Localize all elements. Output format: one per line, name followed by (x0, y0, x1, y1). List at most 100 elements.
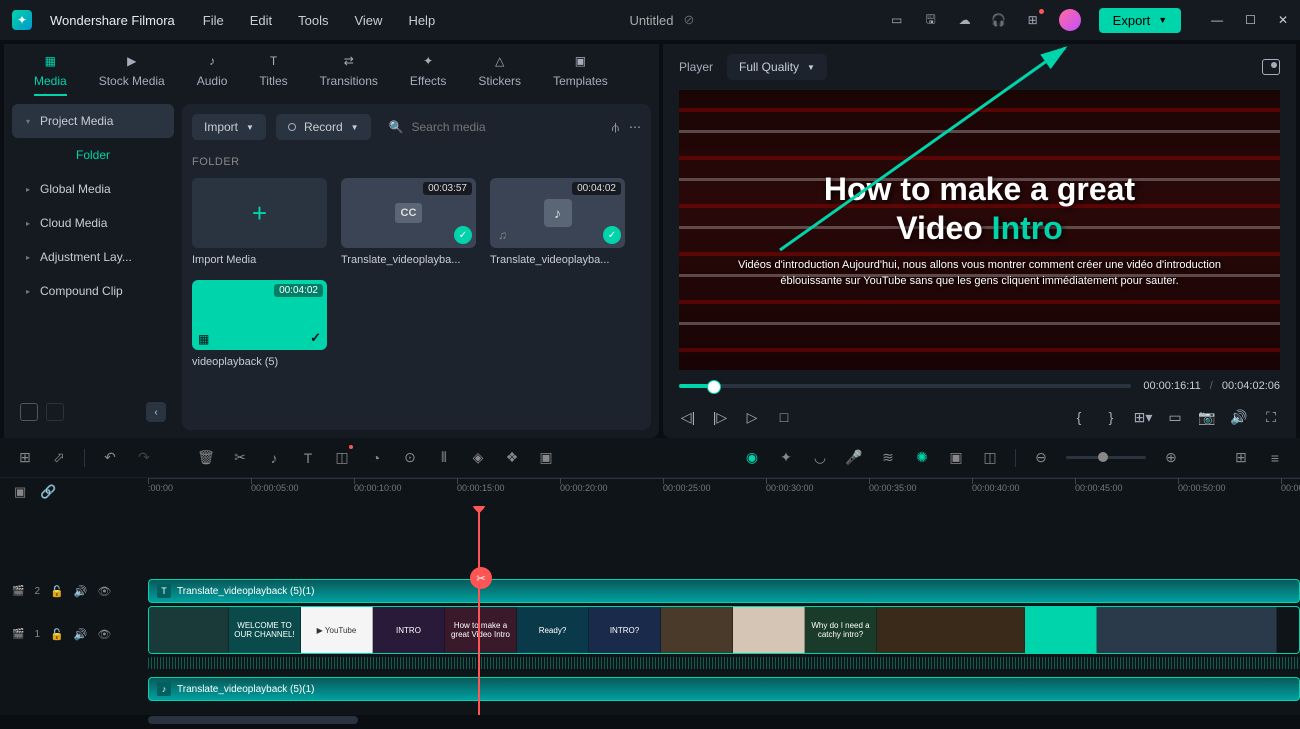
sidebar-project-media[interactable]: ▾Project Media (12, 104, 174, 138)
display-icon[interactable]: ▭ (889, 12, 905, 28)
new-bin-icon[interactable] (46, 403, 64, 421)
video-clip[interactable] (877, 607, 1025, 653)
maximize-button[interactable]: ☐ (1245, 13, 1256, 27)
video-clip[interactable]: Why do I need a catchy intro? (805, 607, 877, 653)
color-icon[interactable]: ◔ (367, 450, 385, 466)
mixer-icon[interactable]: ≋ (879, 449, 897, 466)
group-icon[interactable]: ▣ (537, 449, 555, 466)
ruler-track[interactable]: :00:0000:00:05:0000:00:10:0000:00:15:000… (148, 478, 1300, 506)
video-clip[interactable]: How to make a great Video Intro (445, 607, 517, 653)
voiceover-icon[interactable]: 🎤 (845, 449, 863, 466)
video-clip[interactable] (1097, 607, 1277, 653)
menu-view[interactable]: View (354, 13, 382, 28)
next-frame-icon[interactable]: |▷ (711, 408, 729, 426)
video-clip[interactable] (661, 607, 733, 653)
minimize-button[interactable]: — (1211, 13, 1223, 27)
more-icon[interactable]: ⋯ (629, 120, 641, 134)
media-item[interactable]: 00:04:02▦✓ videoplayback (5) (192, 280, 327, 368)
sidebar-compound-clip[interactable]: ▸Compound Clip (12, 274, 174, 308)
volume-icon[interactable]: 🔊 (1230, 408, 1248, 426)
sidebar-adjustment-layer[interactable]: ▸Adjustment Lay... (12, 240, 174, 274)
cut-marker[interactable]: ✂ (470, 567, 492, 589)
export-button[interactable]: Export ▼ (1099, 8, 1182, 33)
tab-stock-media[interactable]: ▶Stock Media (99, 52, 165, 96)
layout-icon[interactable]: ⊞ (16, 449, 34, 466)
mask-icon[interactable]: ❖ (503, 449, 521, 466)
menu-tools[interactable]: Tools (298, 13, 328, 28)
record-dropdown[interactable]: Record▼ (276, 114, 371, 140)
scrub-track[interactable] (679, 384, 1131, 388)
view-grid-icon[interactable]: ⊞ (1232, 449, 1250, 466)
filter-icon[interactable]: ⫛ (612, 120, 619, 135)
search-input[interactable] (412, 120, 594, 134)
import-dropdown[interactable]: Import▼ (192, 114, 266, 140)
fullscreen-icon[interactable]: ⛶ (1262, 408, 1280, 426)
menu-help[interactable]: Help (408, 13, 435, 28)
tab-templates[interactable]: ▣Templates (553, 52, 608, 96)
save-icon[interactable]: 🖫 (923, 12, 939, 28)
headphones-icon[interactable]: 🎧 (991, 12, 1007, 28)
playhead[interactable] (478, 506, 480, 715)
close-button[interactable]: ✕ (1278, 13, 1288, 27)
sidebar-global-media[interactable]: ▸Global Media (12, 172, 174, 206)
snapshot-icon[interactable] (1262, 59, 1280, 75)
marker-icon[interactable]: ◡ (811, 449, 829, 466)
zoom-out-icon[interactable]: ⊖ (1032, 449, 1050, 466)
menu-edit[interactable]: Edit (250, 13, 272, 28)
display-icon[interactable]: ▭ (1166, 408, 1184, 426)
delete-icon[interactable]: 🗑 (197, 449, 215, 466)
render-icon[interactable]: ✺ (913, 449, 931, 466)
track-options-icon[interactable]: ≡ (1266, 450, 1284, 466)
timeline-ruler[interactable]: ▣ 🔗 :00:0000:00:05:0000:00:10:0000:00:15… (0, 478, 1300, 506)
video-clip[interactable]: INTRO (373, 607, 445, 653)
preview-viewport[interactable]: How to make a greatVideo Intro Vidéos d'… (679, 90, 1280, 370)
stop-icon[interactable]: □ (775, 408, 793, 426)
layout-icon[interactable]: ⊞▾ (1134, 408, 1152, 426)
video-track[interactable]: WELCOME TO OUR CHANNEL!▶ YouTubeINTROHow… (148, 606, 1300, 654)
media-item[interactable]: 00:04:02♫♪✓ Translate_videoplayba... (490, 178, 625, 266)
redo-icon[interactable]: ↷ (135, 449, 153, 466)
video-clip[interactable] (1025, 607, 1097, 653)
mark-out-icon[interactable]: } (1102, 408, 1120, 426)
undo-icon[interactable]: ↶ (101, 449, 119, 466)
cursor-icon[interactable]: ⬀ (50, 449, 68, 466)
sidebar-cloud-media[interactable]: ▸Cloud Media (12, 206, 174, 240)
enhance-icon[interactable]: ✦ (777, 449, 795, 466)
collapse-sidebar-button[interactable]: ‹ (146, 402, 166, 422)
music-icon[interactable]: ♪ (265, 450, 283, 466)
subtitle-clip[interactable]: T Translate_videoplayback (5)(1) (148, 579, 1300, 603)
fit-icon[interactable]: ▣ (14, 484, 26, 500)
keyframe-icon[interactable]: ◈ (469, 449, 487, 466)
tab-media[interactable]: ▦Media (34, 52, 67, 96)
horizontal-scrollbar[interactable] (0, 715, 1300, 725)
video-clip[interactable]: WELCOME TO OUR CHANNEL! (229, 607, 301, 653)
adjust-icon[interactable]: ⫴ (435, 449, 453, 466)
sidebar-folder[interactable]: Folder (12, 138, 174, 172)
camera-icon[interactable]: 📷 (1198, 408, 1216, 426)
cloud-icon[interactable]: ☁ (957, 12, 973, 28)
media-item[interactable]: 00:03:57CC✓ Translate_videoplayba... (341, 178, 476, 266)
video-clip[interactable]: Ready? (517, 607, 589, 653)
tab-titles[interactable]: TTitles (259, 52, 287, 96)
audio-waveform[interactable] (148, 657, 1300, 669)
menu-file[interactable]: File (203, 13, 224, 28)
tab-transitions[interactable]: ⇄Transitions (320, 52, 378, 96)
cut-icon[interactable]: ✂ (231, 449, 249, 466)
ai-icon[interactable]: ◉ (743, 449, 761, 466)
tab-audio[interactable]: ♪Audio (197, 52, 228, 96)
prev-frame-icon[interactable]: ◁| (679, 408, 697, 426)
tab-stickers[interactable]: △Stickers (478, 52, 521, 96)
text-icon[interactable]: T (299, 450, 317, 466)
apps-icon[interactable]: ⊞ (1025, 12, 1041, 28)
video-clip[interactable]: ▶ YouTube (301, 607, 373, 653)
audio-clip[interactable]: ♪ Translate_videoplayback (5)(1) (148, 677, 1300, 701)
video-clip[interactable] (733, 607, 805, 653)
video-clip[interactable]: INTRO? (589, 607, 661, 653)
record-icon[interactable]: ▣ (947, 449, 965, 466)
import-media-tile[interactable]: + Import Media (192, 178, 327, 266)
play-icon[interactable]: ▷ (743, 408, 761, 426)
zoom-slider[interactable] (1066, 456, 1146, 459)
mark-in-icon[interactable]: { (1070, 408, 1088, 426)
zoom-in-icon[interactable]: ⊕ (1162, 449, 1180, 466)
snapshot-icon[interactable]: ◫ (981, 449, 999, 466)
